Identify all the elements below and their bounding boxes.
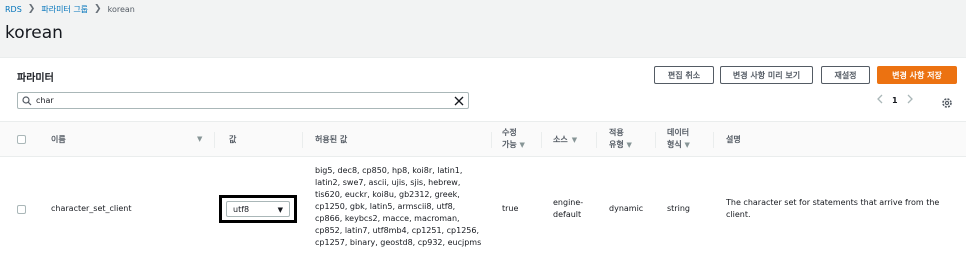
- table-header: 이름 ▼ 값 허용된 값 수정 가능 ▼ 소스 ▼ 적용 유형 ▼ 데이터 형식: [0, 121, 966, 157]
- column-header-value: 값: [229, 135, 237, 144]
- search-value: char: [36, 96, 54, 105]
- gear-icon[interactable]: [941, 94, 953, 113]
- search-icon: [18, 95, 36, 106]
- column-header-modifiable[interactable]: 수정 가능 ▼: [502, 127, 525, 151]
- column-header-data-type[interactable]: 데이터 형식 ▼: [667, 127, 690, 151]
- chevron-right-icon[interactable]: [906, 94, 914, 106]
- breadcrumb-current: korean: [107, 4, 135, 14]
- select-all-checkbox[interactable]: [17, 135, 26, 144]
- sort-icon: ▼: [684, 141, 690, 149]
- clear-icon[interactable]: [450, 96, 468, 106]
- preview-changes-button[interactable]: 변경 사항 미리 보기: [720, 66, 813, 84]
- save-changes-button[interactable]: 변경 사항 저장: [877, 66, 957, 84]
- value-highlight-box: utf8 ▼: [219, 195, 297, 223]
- page-title: korean: [5, 23, 63, 43]
- sort-icon[interactable]: ▼: [197, 135, 202, 143]
- chevron-left-icon[interactable]: [876, 94, 884, 106]
- page-number[interactable]: 1: [892, 96, 898, 105]
- sort-icon: ▼: [626, 141, 632, 149]
- reset-button[interactable]: 재설정: [821, 66, 870, 84]
- parameters-panel: 파라미터 편집 취소 변경 사항 미리 보기 재설정 변경 사항 저장 char…: [0, 57, 966, 253]
- breadcrumb-parameter-groups-link[interactable]: 파라미터 그룹: [41, 4, 88, 15]
- parameter-name: character_set_client: [51, 204, 132, 213]
- apply-type-value: dynamic: [609, 204, 644, 213]
- panel-title: 파라미터: [17, 73, 54, 84]
- sort-icon: ▼: [571, 136, 578, 144]
- description-value: The character set for statements that ar…: [726, 198, 940, 219]
- allowed-values: big5, dec8, cp850, hp8, koi8r, latin1, l…: [315, 166, 482, 247]
- row-checkbox[interactable]: [17, 205, 26, 214]
- column-header-apply-type[interactable]: 적용 유형 ▼: [609, 127, 632, 151]
- value-select-text: utf8: [233, 204, 250, 214]
- column-header-source[interactable]: 소스 ▼: [553, 134, 577, 146]
- breadcrumb: RDS ❯ 파라미터 그룹 ❯ korean: [5, 3, 135, 15]
- column-header-allowed-values: 허용된 값: [315, 135, 348, 144]
- caret-down-icon: ▼: [277, 206, 283, 214]
- value-select[interactable]: utf8 ▼: [226, 201, 290, 217]
- column-header-description: 설명: [726, 135, 741, 144]
- pagination: 1: [876, 94, 914, 106]
- search-input[interactable]: char: [17, 92, 469, 109]
- cancel-edit-button[interactable]: 편집 취소: [654, 66, 714, 84]
- table-row: character_set_client utf8 ▼ big5, dec8, …: [0, 158, 966, 253]
- source-value: engine- default: [553, 198, 584, 219]
- column-header-name[interactable]: 이름: [51, 134, 66, 146]
- sort-icon: ▼: [519, 141, 525, 149]
- breadcrumb-rds-link[interactable]: RDS: [5, 5, 22, 14]
- modifiable-value: true: [502, 204, 519, 213]
- data-type-value: string: [667, 204, 690, 213]
- chevron-right-icon: ❯: [27, 4, 36, 14]
- chevron-right-icon: ❯: [94, 4, 102, 14]
